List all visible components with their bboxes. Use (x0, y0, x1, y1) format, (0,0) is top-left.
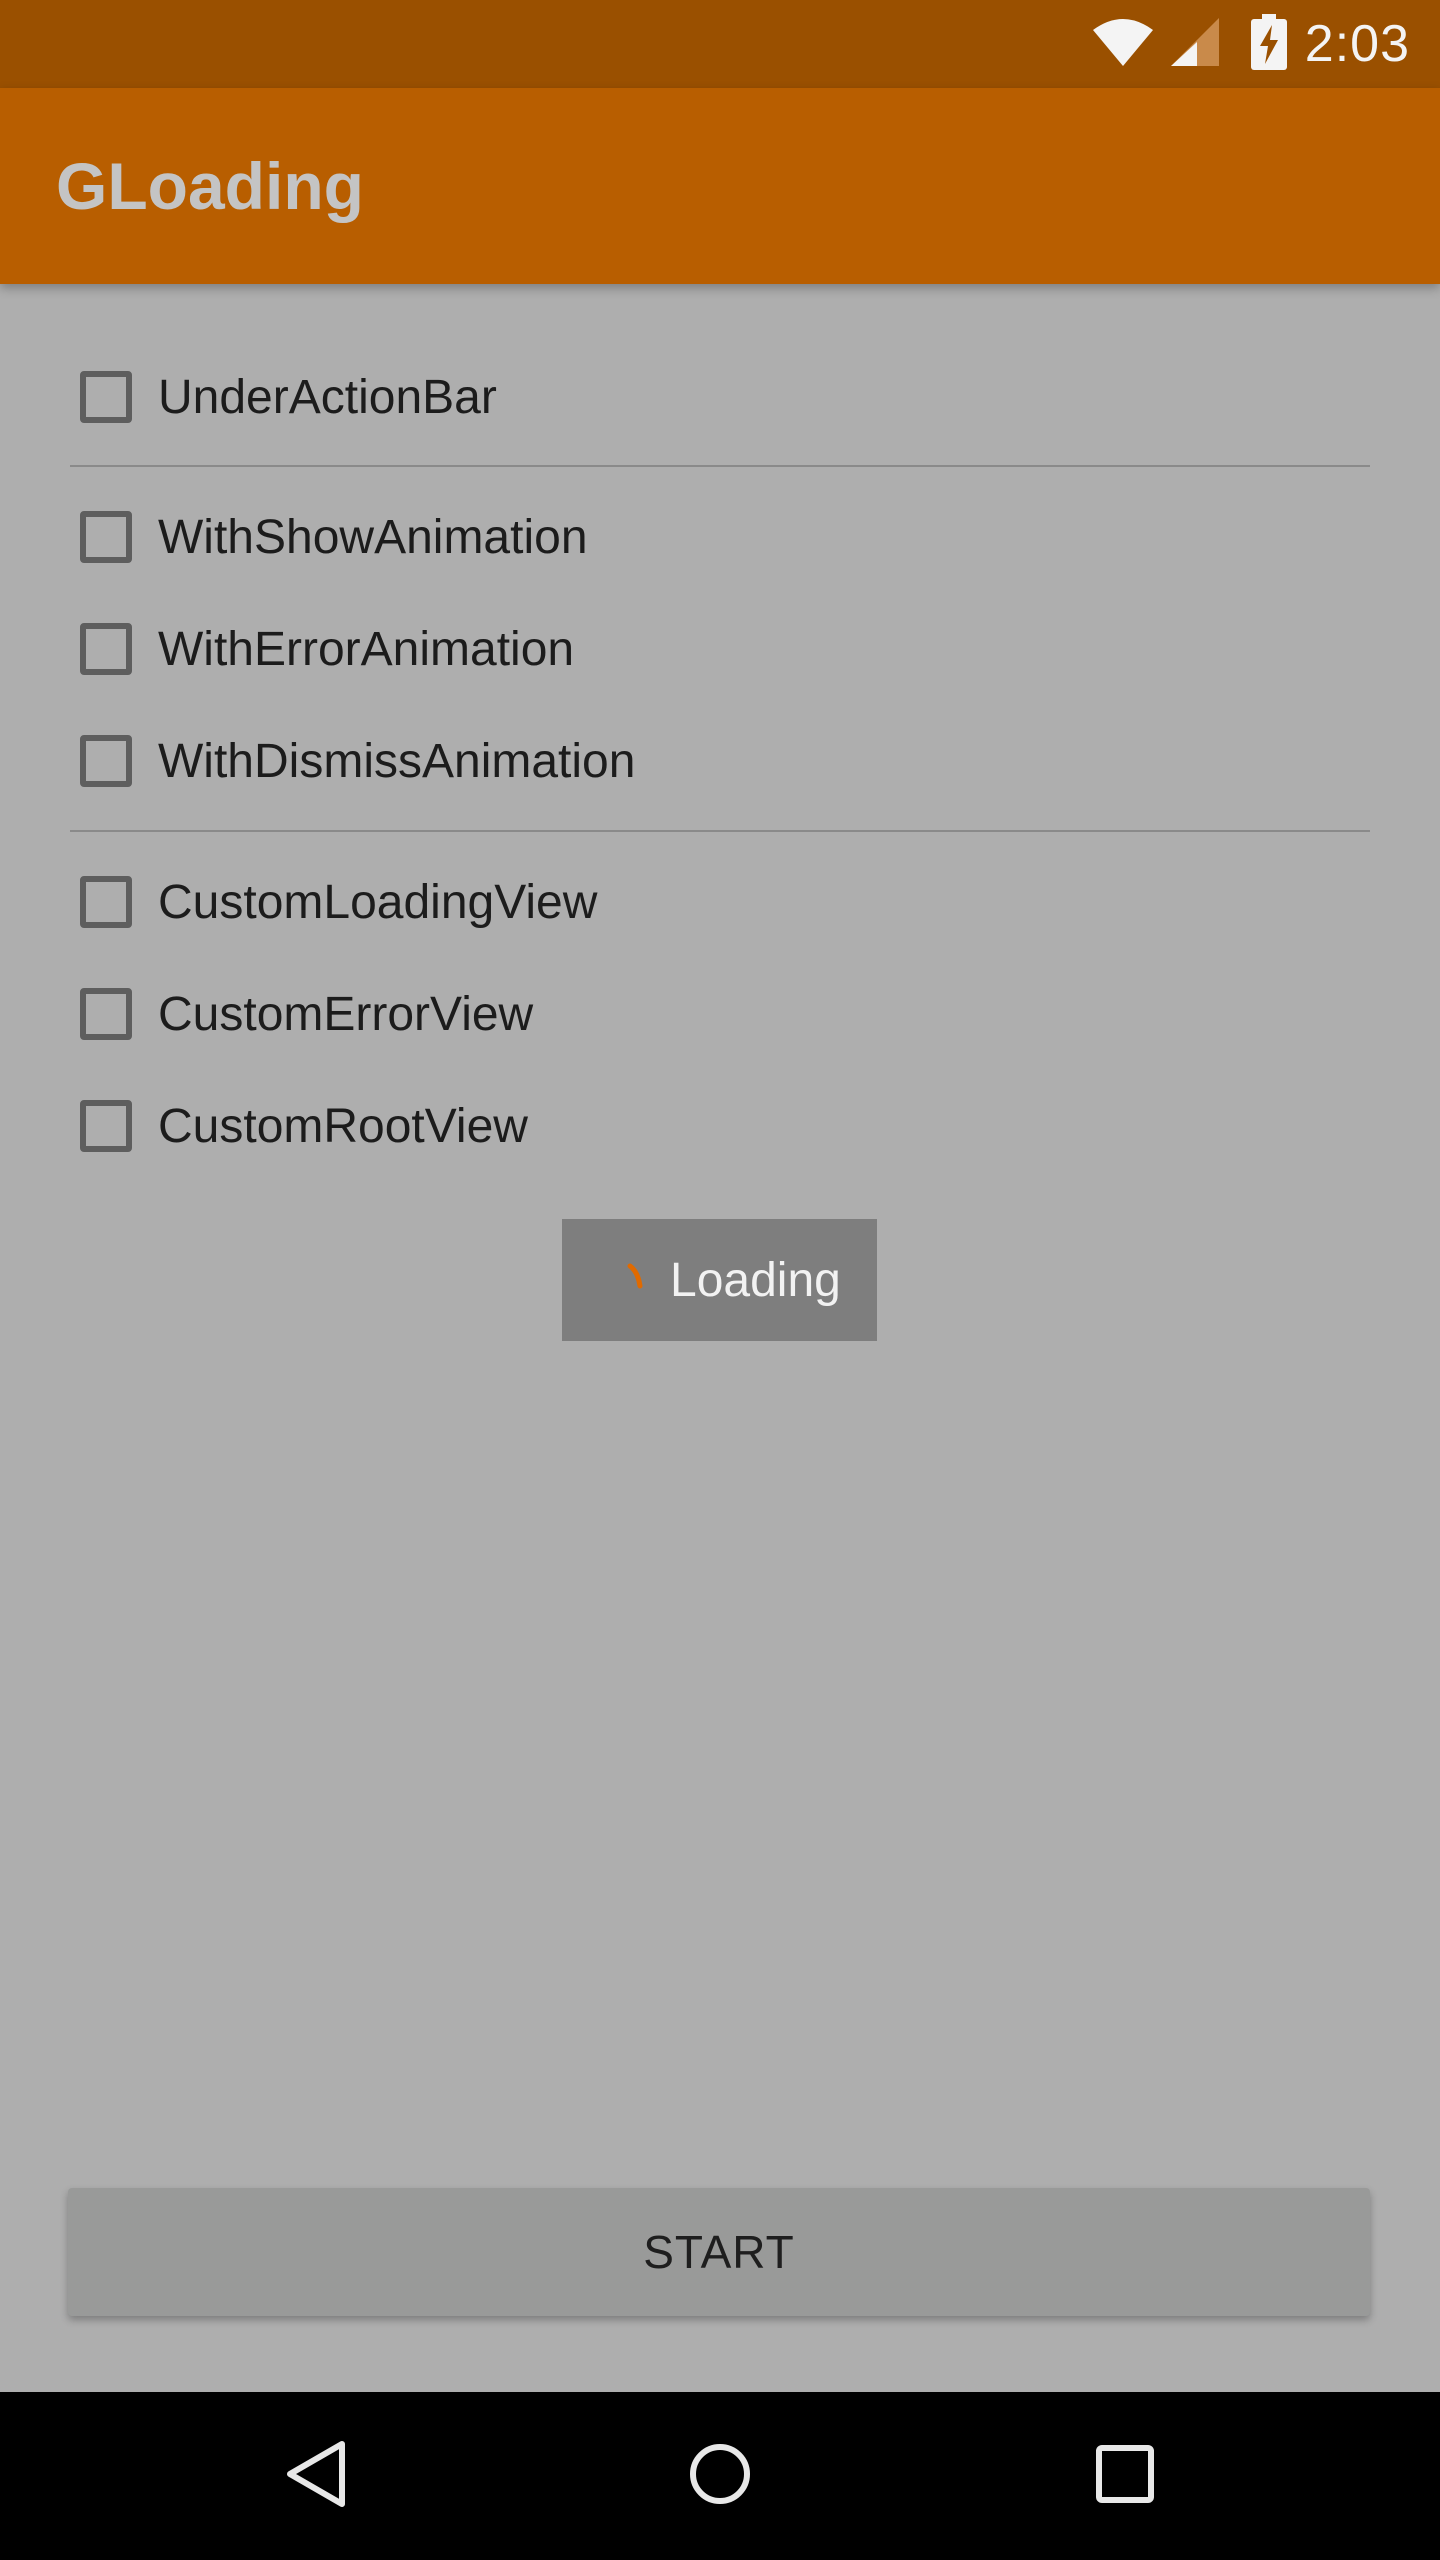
option-label: WithErrorAnimation (158, 622, 575, 676)
loading-text: Loading (670, 1253, 841, 1307)
checkbox[interactable] (80, 511, 132, 563)
checkbox[interactable] (80, 735, 132, 787)
back-button[interactable] (246, 2392, 386, 2560)
wifi-icon (1091, 16, 1155, 73)
cell-signal-icon (1169, 16, 1221, 73)
divider (70, 830, 1370, 832)
checkbox[interactable] (80, 876, 132, 928)
status-icons: 2:03 (1091, 0, 1440, 88)
checkbox[interactable] (80, 623, 132, 675)
recents-button[interactable] (1055, 2392, 1195, 2560)
battery-charging-icon (1250, 13, 1287, 75)
option-custom-error-view[interactable]: CustomErrorView (80, 974, 533, 1054)
option-label: CustomRootView (158, 1099, 528, 1153)
checkbox[interactable] (80, 371, 132, 423)
divider (70, 465, 1370, 467)
spinner-icon (624, 1258, 648, 1302)
option-with-dismiss-animation[interactable]: WithDismissAnimation (80, 721, 635, 801)
home-icon (688, 2442, 752, 2511)
back-icon (284, 2439, 348, 2514)
option-label: WithShowAnimation (158, 510, 588, 564)
option-custom-root-view[interactable]: CustomRootView (80, 1086, 528, 1166)
app-title: GLoading (56, 149, 364, 223)
recents-icon (1095, 2444, 1155, 2509)
option-with-error-animation[interactable]: WithErrorAnimation (80, 609, 574, 689)
checkbox[interactable] (80, 988, 132, 1040)
status-time: 2:03 (1304, 15, 1410, 73)
option-label: UnderActionBar (158, 370, 497, 424)
loading-indicator: Loading (562, 1219, 877, 1341)
option-label: WithDismissAnimation (158, 734, 636, 788)
option-label: CustomLoadingView (158, 875, 598, 929)
navigation-bar (0, 2392, 1440, 2560)
checkbox[interactable] (80, 1100, 132, 1152)
option-custom-loading-view[interactable]: CustomLoadingView (80, 862, 597, 942)
option-with-show-animation[interactable]: WithShowAnimation (80, 497, 588, 577)
status-bar: 2:03 (0, 0, 1440, 88)
home-button[interactable] (650, 2392, 790, 2560)
app-bar: GLoading (0, 88, 1440, 284)
start-button[interactable]: START (68, 2188, 1370, 2316)
option-under-action-bar[interactable]: UnderActionBar (80, 357, 497, 437)
option-label: CustomErrorView (158, 987, 534, 1041)
